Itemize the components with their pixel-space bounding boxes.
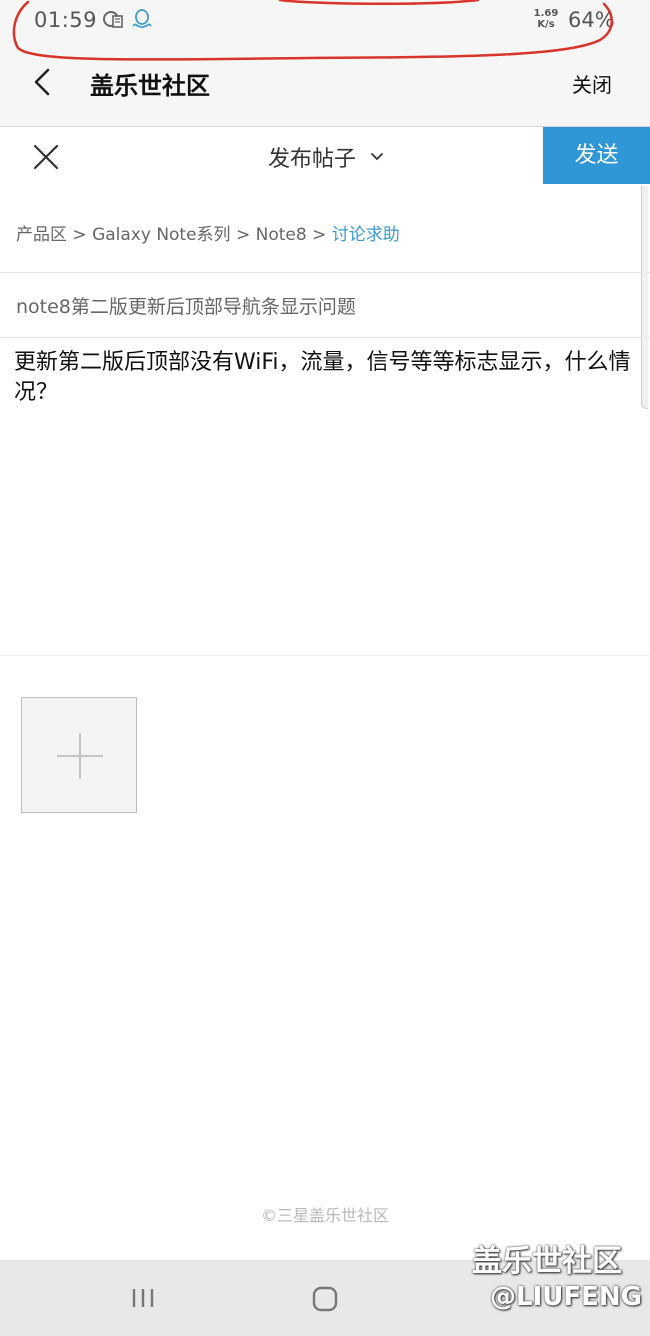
page-title: 盖乐世社区 — [90, 72, 210, 100]
divider — [0, 655, 650, 656]
sim-card-icon — [103, 11, 123, 28]
send-button[interactable]: 发送 — [543, 127, 650, 184]
battery-level: 64% — [568, 8, 615, 32]
divider — [0, 272, 650, 273]
recent-apps-icon[interactable] — [130, 1287, 156, 1309]
post-title-field[interactable]: note8第二版更新后顶部导航条显示问题 — [16, 292, 356, 319]
close-link[interactable]: 关闭 — [572, 69, 612, 98]
network-speed-unit: K/s — [537, 19, 555, 30]
scrollbar[interactable] — [641, 186, 648, 409]
footer-copyright: ©三星盖乐世社区 — [260, 1206, 389, 1225]
status-bar: 01:59 1.69 K/s 64% — [0, 0, 650, 40]
screen: 01:59 1.69 K/s 64% 盖乐世社区 关闭 发布帖子 发送 产品区 … — [0, 0, 650, 1336]
compose-title[interactable]: 发布帖子 — [268, 141, 356, 173]
back-arrow-icon[interactable] — [28, 62, 58, 102]
breadcrumb-item-product-area[interactable]: 产品区 — [16, 225, 67, 245]
composer-header: 发布帖子 发送 — [0, 127, 650, 185]
breadcrumb: 产品区 > Galaxy Note系列 > Note8 > 讨论求助 — [16, 220, 400, 245]
breadcrumb-separator: > — [235, 225, 251, 245]
add-image-button[interactable] — [21, 697, 137, 813]
network-speed-value: 1.69 — [533, 8, 559, 19]
breadcrumb-item-galaxy-note[interactable]: Galaxy Note系列 — [92, 225, 231, 245]
breadcrumb-separator: > — [72, 225, 87, 245]
watermark-user: @LIUFENG — [490, 1282, 642, 1312]
app-header: 盖乐世社区 关闭 — [0, 40, 650, 127]
status-time: 01:59 — [34, 8, 98, 32]
network-speed: 1.69 K/s — [532, 8, 560, 30]
divider — [0, 337, 650, 338]
close-icon[interactable] — [32, 143, 60, 171]
watermark-site: 盖乐世社区 — [472, 1244, 622, 1279]
chevron-down-icon[interactable] — [370, 152, 384, 162]
qq-icon — [132, 9, 152, 28]
breadcrumb-item-current[interactable]: 讨论求助 — [332, 225, 400, 245]
plus-icon — [57, 733, 103, 779]
breadcrumb-item-note8[interactable]: Note8 — [256, 225, 307, 245]
breadcrumb-separator: > — [312, 225, 327, 245]
home-icon[interactable] — [312, 1286, 338, 1312]
post-body-field[interactable]: 更新第二版后顶部没有WiFi，流量，信号等等标志显示，什么情况？ — [14, 348, 640, 408]
